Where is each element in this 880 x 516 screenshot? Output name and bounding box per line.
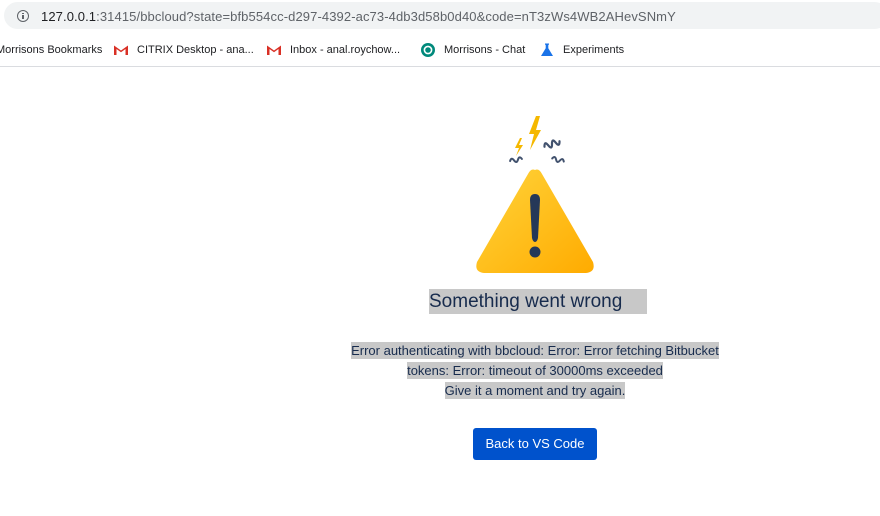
url-path: :31415/bbcloud?state=bfb554cc-d297-4392-… [96, 9, 676, 24]
bookmark-morrisons-bookmarks[interactable]: Morrisons Bookmarks [0, 41, 102, 59]
lightning-bolt-icon [515, 138, 523, 156]
lightning-bolt-icon [529, 116, 541, 150]
error-title: Something went wrong [429, 289, 647, 314]
back-to-vscode-button[interactable]: Back to VS Code [473, 428, 597, 460]
bookmark-label: Morrisons Bookmarks [0, 44, 103, 56]
bookmarks-bar: Morrisons Bookmarks CITRIX Desktop - ana… [0, 34, 880, 67]
retry-hint: Give it a moment and try again. [444, 382, 626, 399]
chat-icon [421, 43, 435, 57]
omnibox[interactable]: 127.0.0.1:31415/bbcloud?state=bfb554cc-d… [4, 2, 880, 29]
error-detail-line-1: Error authenticating with bbcloud: Error… [351, 342, 719, 359]
url-host: 127.0.0.1 [41, 9, 97, 24]
error-message: Error authenticating with bbcloud: Error… [300, 341, 770, 401]
bookmark-morrisons-chat[interactable]: Morrisons - Chat [420, 41, 525, 59]
flask-icon [541, 43, 553, 56]
bookmark-label: Morrisons - Chat [444, 44, 526, 56]
bookmark-inbox[interactable]: Inbox - anal.roychow... [266, 41, 400, 59]
gmail-icon [267, 45, 281, 55]
info-icon[interactable] [17, 10, 29, 22]
bookmark-label: CITRIX Desktop - ana... [137, 44, 254, 56]
url-text[interactable]: 127.0.0.1:31415/bbcloud?state=bfb554cc-d… [41, 9, 676, 25]
error-detail-line-2: tokens: Error: timeout of 30000ms exceed… [407, 362, 663, 379]
bookmark-citrix-desktop[interactable]: CITRIX Desktop - ana... [113, 41, 254, 59]
bookmark-label: Experiments [563, 44, 625, 56]
address-bar: 127.0.0.1:31415/bbcloud?state=bfb554cc-d… [0, 0, 880, 31]
warning-illustration-icon [476, 116, 594, 273]
gmail-icon [114, 45, 128, 55]
bookmark-label: Inbox - anal.roychow... [290, 44, 401, 56]
bookmark-experiments[interactable]: Experiments [539, 41, 624, 59]
